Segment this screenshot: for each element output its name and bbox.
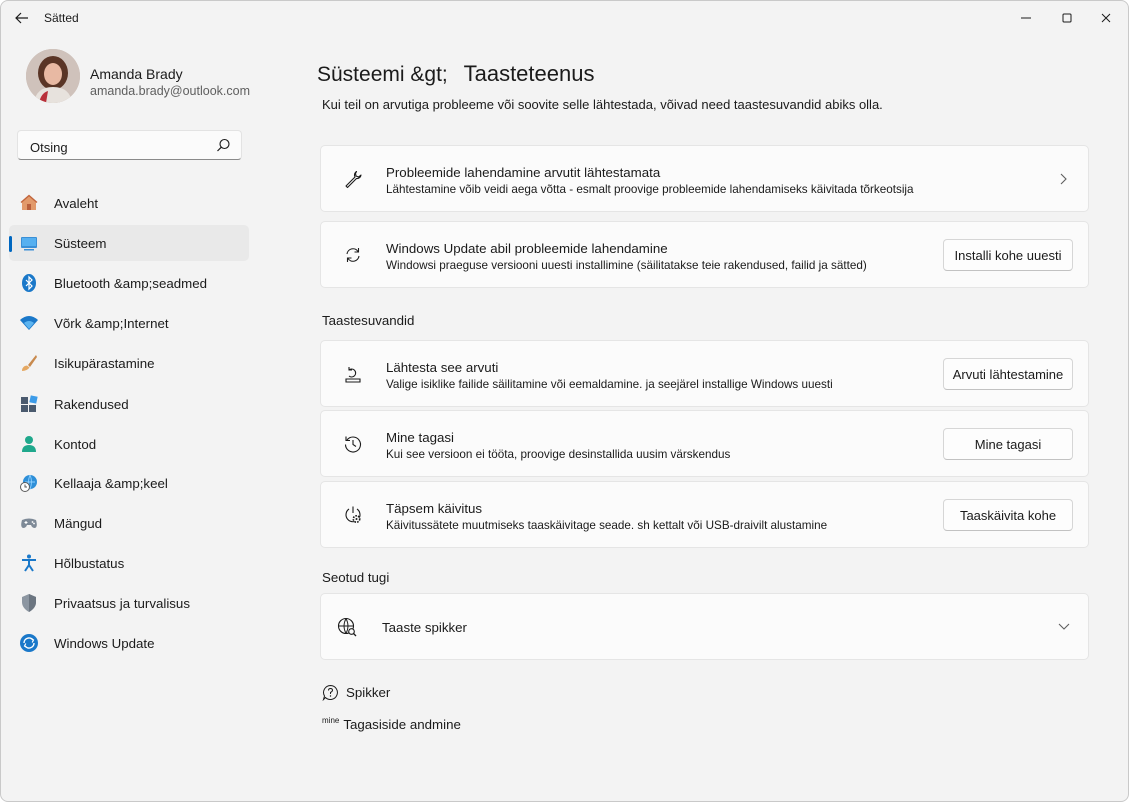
reset-pc-icon (345, 367, 361, 383)
search-icon[interactable] (216, 138, 231, 153)
minimize-button[interactable] (1008, 5, 1044, 31)
account-icon (22, 436, 36, 452)
apps-icon (21, 395, 38, 412)
sidebar-item-label: Rakendused (54, 397, 129, 412)
breadcrumb-separator: &gt; (410, 63, 448, 86)
card-title: Täpsem käivitus (386, 501, 483, 516)
accessibility-icon (22, 554, 36, 572)
selection-indicator (9, 236, 12, 252)
card-subtitle: Kui see versioon ei tööta, proovige desi… (386, 448, 731, 461)
update-icon (20, 634, 38, 652)
restart-now-button[interactable]: Taaskäivita kohe (943, 499, 1073, 531)
sidebar-item-label: Isikupärastamine (54, 356, 155, 371)
search-input[interactable]: Otsing (17, 130, 242, 160)
recovery-help-card[interactable]: Taaste spikker (320, 593, 1089, 660)
feedback-prefix: mine (322, 716, 340, 725)
sidebar-item-gaming[interactable]: Mängud (9, 505, 249, 541)
card-subtitle: Käivitussätete muutmiseks taaskäivitage … (386, 519, 828, 532)
advanced-startup-icon (345, 506, 361, 524)
title-bar: Sätted (1, 1, 1128, 35)
refresh-icon (346, 248, 360, 262)
card-subtitle: Valige isiklike failide säilitamine või … (386, 378, 833, 391)
close-icon (1101, 13, 1111, 23)
section-heading-related-support: Seotud tugi (322, 570, 390, 585)
wrench-icon (345, 170, 362, 189)
search-input-text[interactable]: Otsing (30, 140, 68, 155)
settings-window: Sätted Amanda Brady amanda.brady@outlook… (0, 0, 1129, 802)
globe-search-icon (337, 617, 357, 637)
maximize-button[interactable] (1049, 5, 1085, 31)
sidebar-item-bluetooth[interactable]: Bluetooth &amp;seadmed (9, 265, 249, 301)
sidebar-item-time-language[interactable]: Kellaaja &amp;keel (9, 465, 249, 501)
gaming-icon (21, 518, 37, 528)
maximize-icon (1062, 13, 1072, 23)
sidebar-item-windows-update[interactable]: Windows Update (9, 625, 249, 661)
reset-pc-card: Lähtesta see arvuti Valige isiklike fail… (320, 340, 1089, 407)
go-back-button[interactable]: Mine tagasi (943, 428, 1073, 460)
close-button[interactable] (1088, 5, 1124, 31)
chevron-down-icon[interactable] (1057, 621, 1071, 633)
windows-update-fix-card: Windows Update abil probleemide lahendam… (320, 221, 1089, 288)
page-description: Kui teil on arvutiga probleeme või soovi… (322, 97, 883, 112)
card-title: Windows Update abil probleemide lahendam… (386, 241, 668, 256)
page-title: Süsteemi &gt; Taasteteenus (317, 61, 594, 87)
reset-pc-button[interactable]: Arvuti lähtestamine (943, 358, 1073, 390)
user-email: amanda.brady@outlook.com (90, 84, 250, 98)
brush-icon (22, 355, 37, 371)
bluetooth-icon (22, 274, 36, 292)
card-title: Lähtesta see arvuti (386, 360, 499, 375)
card-title: Taaste spikker (382, 620, 467, 635)
avatar[interactable] (26, 49, 80, 103)
sidebar-item-apps[interactable]: Rakendused (9, 386, 249, 422)
troubleshoot-card[interactable]: Probleemide lahendamine arvutit lähtesta… (320, 145, 1089, 212)
sidebar-item-label: Windows Update (54, 636, 155, 651)
sidebar-item-accessibility[interactable]: Hõlbustatus (9, 545, 249, 581)
breadcrumb-current: Taasteteenus (463, 61, 595, 86)
system-icon (21, 237, 37, 251)
sidebar-item-system[interactable]: Süsteem (9, 225, 249, 261)
wifi-icon (20, 316, 38, 330)
user-name: Amanda Brady (90, 66, 183, 82)
card-title: Probleemide lahendamine arvutit lähtesta… (386, 165, 661, 180)
sidebar-item-label: Mängud (54, 516, 103, 531)
help-link-label: Spikker (346, 685, 391, 700)
sidebar-item-label: Avaleht (54, 196, 99, 211)
card-subtitle: Windowsi praeguse versiooni uuesti insta… (386, 259, 867, 272)
shield-icon (22, 594, 36, 612)
sidebar-item-network[interactable]: Võrk &amp;Internet (9, 305, 249, 341)
advanced-startup-card: Täpsem käivitus Käivitussätete muutmisek… (320, 481, 1089, 548)
sidebar-item-personalization[interactable]: Isikupärastamine (9, 345, 249, 381)
app-title: Sätted (44, 11, 79, 25)
help-link[interactable]: Spikker (322, 684, 390, 701)
card-title: Mine tagasi (386, 430, 454, 445)
minimize-icon (1021, 17, 1031, 19)
sidebar-item-label: Hõlbustatus (54, 556, 125, 571)
profile-photo-icon (26, 49, 80, 103)
back-arrow-icon (15, 12, 28, 24)
history-icon (344, 436, 361, 453)
home-icon (20, 194, 38, 210)
sidebar-item-label: Bluetooth &amp;seadmed (54, 276, 208, 291)
card-subtitle: Lähtestamine võib veidi aega võtta - esm… (386, 183, 914, 196)
go-back-card: Mine tagasi Kui see versioon ei tööta, p… (320, 410, 1089, 477)
feedback-link-label: Tagasiside andmine (343, 717, 461, 732)
reinstall-now-button[interactable]: Installi kohe uuesti (943, 239, 1073, 271)
sidebar-item-home[interactable]: Avaleht (9, 185, 249, 221)
feedback-link[interactable]: mine Tagasiside andmine (322, 716, 461, 732)
sidebar-item-label: Kontod (54, 437, 97, 452)
sidebar-item-label: Kellaaja &amp;keel (54, 476, 168, 491)
sidebar-item-label: Privaatsus ja turvalisus (54, 596, 190, 611)
sidebar-item-privacy[interactable]: Privaatsus ja turvalisus (9, 585, 249, 621)
sidebar-item-label: Süsteem (54, 236, 107, 251)
breadcrumb-parent[interactable]: Süsteemi (317, 63, 405, 86)
back-button[interactable] (11, 7, 33, 29)
section-heading-recovery-options: Taastesuvandid (322, 313, 415, 328)
sidebar-item-label: Võrk &amp;Internet (54, 316, 169, 331)
chevron-right-icon (1060, 173, 1067, 185)
time-language-icon (20, 474, 37, 492)
help-icon (322, 684, 338, 701)
sidebar-item-accounts[interactable]: Kontod (9, 426, 249, 462)
